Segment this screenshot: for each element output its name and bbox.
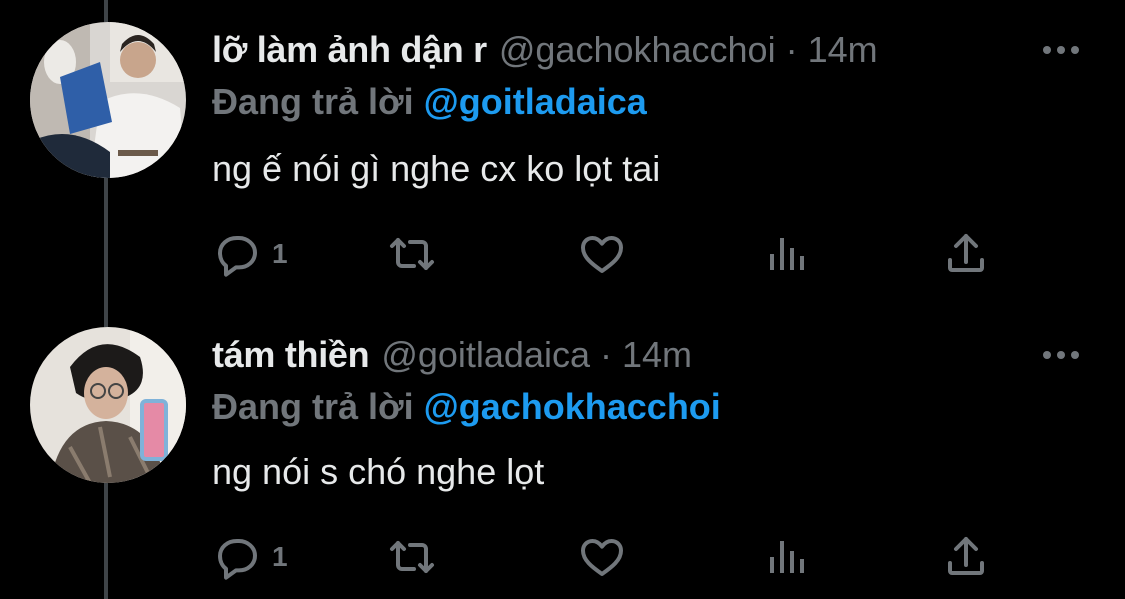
tweet-header: tám thiền @goitladaica · 14m: [212, 331, 995, 379]
more-icon[interactable]: [1041, 30, 1081, 70]
action-bar: 1: [212, 226, 1012, 282]
reply-icon: [218, 539, 257, 580]
views-button[interactable]: [764, 226, 812, 282]
reply-button[interactable]: 1: [214, 226, 288, 282]
reply-count: 1: [272, 541, 288, 572]
tweet-text: ng ế nói gì nghe cx ko lọt tai: [212, 148, 661, 189]
tweet[interactable]: lỡ làm ảnh dận r @gachokhacchoi · 14m Đa…: [0, 0, 1125, 300]
avatar-photo: [30, 327, 186, 483]
timestamp[interactable]: 14m: [808, 26, 878, 74]
reply-mention-link[interactable]: @goitladaica: [424, 81, 647, 122]
separator-dot: ·: [785, 29, 798, 70]
avatar-photo: [30, 22, 186, 178]
replying-to-label: Đang trả lời: [212, 81, 414, 122]
action-bar: 1: [212, 529, 1012, 585]
views-icon: [770, 541, 804, 573]
reply-mention-link[interactable]: @gachokhacchoi: [424, 386, 721, 427]
retweet-button[interactable]: [388, 529, 436, 585]
views-icon: [770, 238, 804, 270]
replying-to: Đang trả lời @gachokhacchoi: [212, 384, 721, 430]
tweet[interactable]: tám thiền @goitladaica · 14m Đang trả lờ…: [0, 300, 1125, 599]
display-name[interactable]: tám thiền: [212, 331, 370, 379]
reply-icon: [218, 236, 257, 277]
username-handle[interactable]: @goitladaica: [381, 331, 590, 379]
like-button[interactable]: [578, 529, 626, 585]
avatar[interactable]: [30, 327, 186, 483]
avatar[interactable]: [30, 22, 186, 178]
share-button[interactable]: [942, 529, 990, 585]
display-name[interactable]: lỡ làm ảnh dận r: [212, 26, 487, 74]
separator-dot: ·: [600, 334, 612, 375]
like-icon: [581, 539, 623, 576]
username-handle[interactable]: @gachokhacchoi: [499, 26, 776, 74]
retweet-icon: [390, 238, 434, 270]
reply-button[interactable]: 1: [214, 529, 288, 585]
retweet-button[interactable]: [388, 226, 436, 282]
like-button[interactable]: [578, 226, 626, 282]
tweet-header: lỡ làm ảnh dận r @gachokhacchoi · 14m: [212, 26, 995, 74]
retweet-icon: [390, 541, 434, 573]
share-button[interactable]: [942, 226, 990, 282]
views-button[interactable]: [764, 529, 812, 585]
more-icon[interactable]: [1041, 335, 1081, 375]
reply-count: 1: [272, 238, 288, 269]
replying-to: Đang trả lời @goitladaica: [212, 79, 647, 125]
like-icon: [581, 236, 623, 273]
share-icon: [948, 537, 984, 575]
share-icon: [948, 234, 984, 272]
replying-to-label: Đang trả lời: [212, 386, 414, 427]
tweet-text: ng nói s chó nghe lọt: [212, 451, 545, 492]
timestamp[interactable]: 14m: [622, 331, 692, 379]
